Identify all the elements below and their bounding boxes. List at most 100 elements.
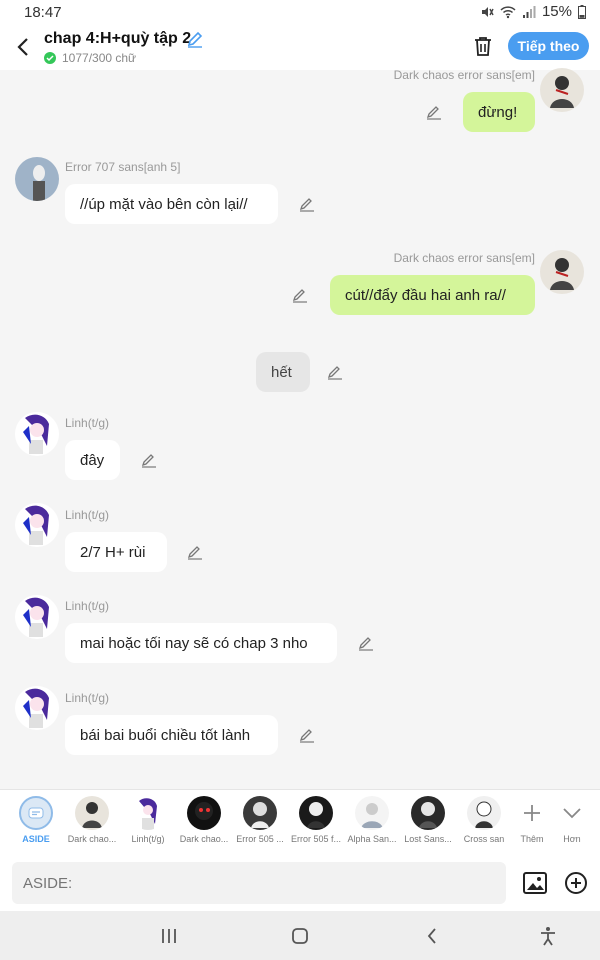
check-icon <box>44 52 56 64</box>
message-input[interactable] <box>12 862 506 904</box>
edit-message-button[interactable] <box>292 287 308 303</box>
recent-apps-button[interactable] <box>156 923 182 949</box>
pencil-icon <box>358 637 373 651</box>
edit-message-button[interactable] <box>141 452 157 468</box>
character-item[interactable]: Dark chao... <box>64 796 120 844</box>
character-label: Dark chao... <box>67 834 117 844</box>
sender-name: Linh(t/g) <box>65 508 110 522</box>
less-label: Hơn <box>563 834 581 844</box>
word-count: 1077/300 chữ <box>44 51 136 65</box>
message-bubble[interactable]: đây <box>65 440 120 480</box>
sender-name: Dark chaos error sans[em] <box>393 68 535 82</box>
collapse-button[interactable]: Hơn <box>544 796 600 844</box>
message-bubble[interactable]: 2/7 H+ rùi <box>65 532 167 572</box>
avatar[interactable] <box>540 68 584 112</box>
narration-bubble[interactable]: hết <box>256 352 310 392</box>
chapter-title: chap 4:H+quỳ tập 2 <box>44 30 192 47</box>
avatar[interactable] <box>540 250 584 294</box>
next-button[interactable]: Tiếp theo <box>508 32 589 60</box>
character-portrait-icon <box>15 412 59 456</box>
input-bar <box>0 853 600 911</box>
battery-percent: 15% <box>541 3 572 20</box>
message-bubble[interactable]: cút//đẩy đầu hai anh ra// <box>330 275 535 315</box>
recents-icon <box>162 929 176 943</box>
status-icons: 15% <box>480 3 586 20</box>
message-bubble[interactable]: mai hoặc tối nay sẽ có chap 3 nho <box>65 623 337 663</box>
status-time: 18:47 <box>24 4 62 21</box>
avatar[interactable] <box>15 686 59 730</box>
edit-message-button[interactable] <box>426 104 442 120</box>
character-item[interactable]: Dark chao... <box>176 796 232 844</box>
avatar[interactable] <box>15 157 59 201</box>
pencil-icon <box>187 546 202 560</box>
aside-avatar <box>19 796 53 830</box>
edit-message-button[interactable] <box>299 727 315 743</box>
character-label: Linh(t/g) <box>131 834 165 844</box>
message-bubble[interactable]: //úp mặt vào bên còn lại// <box>65 184 278 224</box>
chevron-down-icon <box>555 796 589 830</box>
status-bar: 18:47 15% <box>0 0 600 26</box>
edit-message-button[interactable] <box>299 196 315 212</box>
character-portrait-icon <box>467 796 501 830</box>
character-portrait-icon <box>355 796 389 830</box>
word-count-text: 1077/300 chữ <box>62 51 137 65</box>
sender-name: Linh(t/g) <box>65 599 110 613</box>
pencil-icon <box>141 454 156 468</box>
character-bar: ASIDE Dark chao... Linh(t/g) Dark chao..… <box>0 789 600 853</box>
sender-name: Error 707 sans[anh 5] <box>65 160 181 174</box>
pencil-icon <box>299 729 314 743</box>
edit-message-button[interactable] <box>327 364 343 380</box>
battery-icon <box>578 4 586 19</box>
sender-name: Dark chaos error sans[em] <box>393 251 535 265</box>
chat-area[interactable]: Dark chaos error sans[em] đừng! Error 70… <box>0 68 600 788</box>
pencil-icon <box>299 198 314 212</box>
accessibility-button[interactable] <box>535 923 561 949</box>
character-aside[interactable]: ASIDE <box>8 796 64 844</box>
character-label: Dark chao... <box>179 834 229 844</box>
add-button[interactable] <box>563 870 589 896</box>
character-avatar <box>411 796 445 830</box>
avatar[interactable] <box>15 412 59 456</box>
character-portrait-icon <box>131 796 165 830</box>
character-item[interactable]: Alpha San... <box>344 796 400 844</box>
character-item[interactable]: Lost Sans... <box>400 796 456 844</box>
character-portrait-icon <box>411 796 445 830</box>
pencil-icon <box>292 289 307 303</box>
accessibility-icon <box>541 927 555 946</box>
character-item[interactable]: Error 505 f... <box>288 796 344 844</box>
pencil-icon <box>426 106 441 120</box>
character-item[interactable]: Error 505 ... <box>232 796 288 844</box>
character-label: ASIDE <box>22 834 50 844</box>
character-portrait-icon <box>540 250 584 294</box>
delete-button[interactable] <box>472 35 494 57</box>
image-icon <box>523 872 547 894</box>
character-portrait-icon <box>243 796 277 830</box>
character-portrait-icon <box>75 796 109 830</box>
chevron-left-icon <box>427 928 436 944</box>
character-label: Lost Sans... <box>404 834 452 844</box>
character-avatar <box>187 796 221 830</box>
character-portrait-icon <box>540 68 584 112</box>
character-label: Alpha San... <box>347 834 397 844</box>
system-nav-bar <box>0 911 600 960</box>
avatar[interactable] <box>15 503 59 547</box>
character-label: Error 505 ... <box>236 834 284 844</box>
edit-title-button[interactable] <box>186 30 204 48</box>
avatar[interactable] <box>15 595 59 639</box>
home-button[interactable] <box>287 923 313 949</box>
home-icon <box>292 928 308 944</box>
character-portrait-icon <box>15 686 59 730</box>
message-bubble[interactable]: bái bai buổi chiều tốt lành <box>65 715 278 755</box>
message-bubble[interactable]: đừng! <box>463 92 535 132</box>
plus-circle-icon <box>565 872 587 894</box>
mute-icon <box>481 6 494 17</box>
insert-image-button[interactable] <box>522 870 548 896</box>
character-item[interactable]: Linh(t/g) <box>120 796 176 844</box>
edit-message-button[interactable] <box>187 544 203 560</box>
back-button[interactable] <box>12 34 34 60</box>
character-portrait-icon <box>15 503 59 547</box>
trash-icon <box>475 37 491 56</box>
system-back-button[interactable] <box>419 923 445 949</box>
edit-message-button[interactable] <box>358 635 374 651</box>
pencil-icon <box>327 366 342 380</box>
